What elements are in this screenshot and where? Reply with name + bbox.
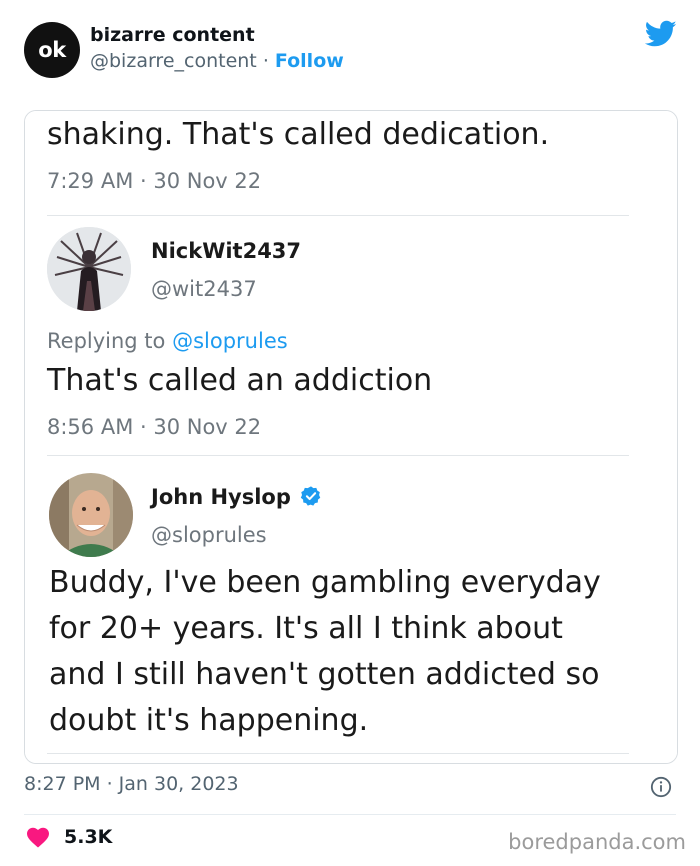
divider [47,455,629,456]
john-avatar-icon [49,473,133,557]
tweet3-name: John Hyslop [151,485,322,509]
tweet2-time: 8:56 AM · 30 Nov 22 [47,415,262,439]
tweet-datetime[interactable]: 8:27 PM · Jan 30, 2023 [24,773,239,795]
nickwit-avatar [47,227,131,311]
tweet3-line-3: and I still haven't gotten addicted so [49,657,600,692]
author-avatar[interactable]: ok [24,22,80,78]
heart-icon[interactable] [26,826,50,848]
tweet3-handle: @sloprules [151,523,267,547]
tweet2-handle: @wit2437 [151,277,257,301]
tweet1-time: 7:29 AM · 30 Nov 22 [47,169,262,193]
screenshot-content: shaking. That's called dedication. 7:29 … [25,111,677,763]
tweet1-text: shaking. That's called dedication. [47,117,550,152]
author-name[interactable]: bizarre content [90,24,255,46]
embedded-screenshot[interactable]: shaking. That's called dedication. 7:29 … [24,110,678,764]
twitter-bird-icon[interactable] [645,20,677,48]
divider [47,215,629,216]
replying-label: Replying to [47,329,166,353]
author-handle-row: @bizarre_content · Follow [90,50,344,72]
tweet2-name: NickWit2437 [151,239,302,263]
tweet3-line-2: for 20+ years. It's all I think about [49,611,563,646]
tweet3-name-text: John Hyslop [151,485,291,509]
follow-button[interactable]: Follow [275,50,344,72]
tweet3-line-4: doubt it's happening. [49,703,369,738]
tweet2-text: That's called an addiction [47,363,433,398]
verified-badge-icon [301,486,321,506]
like-count[interactable]: 5.3K [64,826,112,848]
john-avatar [49,473,133,557]
divider [47,753,629,754]
handle-separator: · [262,50,269,72]
replying-handle: @sloprules [172,329,288,353]
replying-row: Replying to @sloprules [47,329,288,353]
info-icon[interactable] [650,776,672,798]
footer-divider [24,814,676,815]
tweet3-line-1: Buddy, I've been gambling everyday [49,565,601,600]
watermark: boredpanda.com [508,830,686,854]
nickwit-avatar-icon [47,227,131,311]
author-handle[interactable]: @bizarre_content [90,50,257,72]
